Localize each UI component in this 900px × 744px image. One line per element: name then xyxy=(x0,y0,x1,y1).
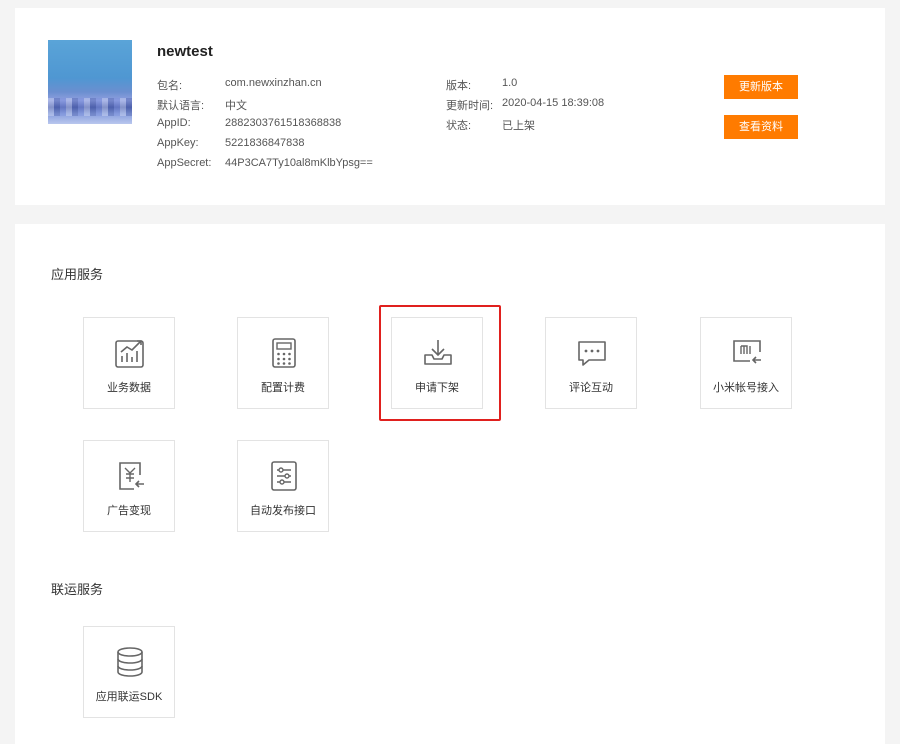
field-value: 已上架 xyxy=(502,120,535,132)
field-value: 1.0 xyxy=(502,77,518,89)
mi-login-icon xyxy=(733,340,761,364)
field-label: 更新时间: xyxy=(446,100,494,112)
tile-business-data[interactable]: 业务数据 xyxy=(83,317,175,409)
field-label: 默认语言: xyxy=(157,100,205,112)
field-value: 44P3CA7Ty10al8mKlbYpsg== xyxy=(225,157,373,169)
database-icon xyxy=(117,647,143,677)
tile-label: 业务数据 xyxy=(107,382,151,394)
app-icon-image xyxy=(48,40,132,124)
tile-label: 小米帐号接入 xyxy=(713,382,779,394)
comment-icon xyxy=(578,341,606,366)
field-label: 版本: xyxy=(446,80,472,92)
field-value: 2882303761518368838 xyxy=(225,117,342,129)
app-name: newtest xyxy=(157,43,213,60)
tile-pricing-config[interactable]: 配置计费 xyxy=(237,317,329,409)
field-label: AppID: xyxy=(157,117,191,129)
tile-request-delist[interactable]: 申请下架 xyxy=(391,317,483,409)
tile-label: 评论互动 xyxy=(569,382,613,394)
tile-mi-account[interactable]: 小米帐号接入 xyxy=(700,317,792,409)
tile-comment-interaction[interactable]: 评论互动 xyxy=(545,317,637,409)
calculator-icon xyxy=(272,338,296,368)
field-label: AppKey: xyxy=(157,137,199,149)
field-label: AppSecret: xyxy=(157,157,212,169)
field-value: com.newxinzhan.cn xyxy=(225,77,322,89)
download-tray-icon xyxy=(424,340,452,365)
tile-label: 配置计费 xyxy=(261,382,305,394)
field-label: 包名: xyxy=(157,80,183,92)
field-value: 中文 xyxy=(225,100,247,112)
tile-label: 自动发布接口 xyxy=(250,505,316,517)
view-info-button[interactable]: 查看资料 xyxy=(724,115,798,139)
field-value: 5221836847838 xyxy=(225,137,305,149)
field-value: 2020-04-15 18:39:08 xyxy=(502,97,605,109)
ad-yuan-icon xyxy=(119,462,144,490)
tile-ad-monetization[interactable]: 广告变现 xyxy=(83,440,175,532)
update-version-button[interactable]: 更新版本 xyxy=(724,75,798,99)
tile-joint-ops-sdk[interactable]: 应用联运SDK xyxy=(83,626,175,718)
tile-label: 应用联运SDK xyxy=(95,691,163,703)
field-label: 状态: xyxy=(446,120,472,132)
tile-label: 广告变现 xyxy=(107,505,151,517)
tile-label: 申请下架 xyxy=(415,382,459,394)
section-title-joint-ops: 联运服务 xyxy=(51,582,104,597)
tile-auto-publish-api[interactable]: 自动发布接口 xyxy=(237,440,329,532)
chart-icon xyxy=(115,340,144,368)
sliders-icon xyxy=(271,461,297,491)
section-title-app-services: 应用服务 xyxy=(51,267,104,282)
